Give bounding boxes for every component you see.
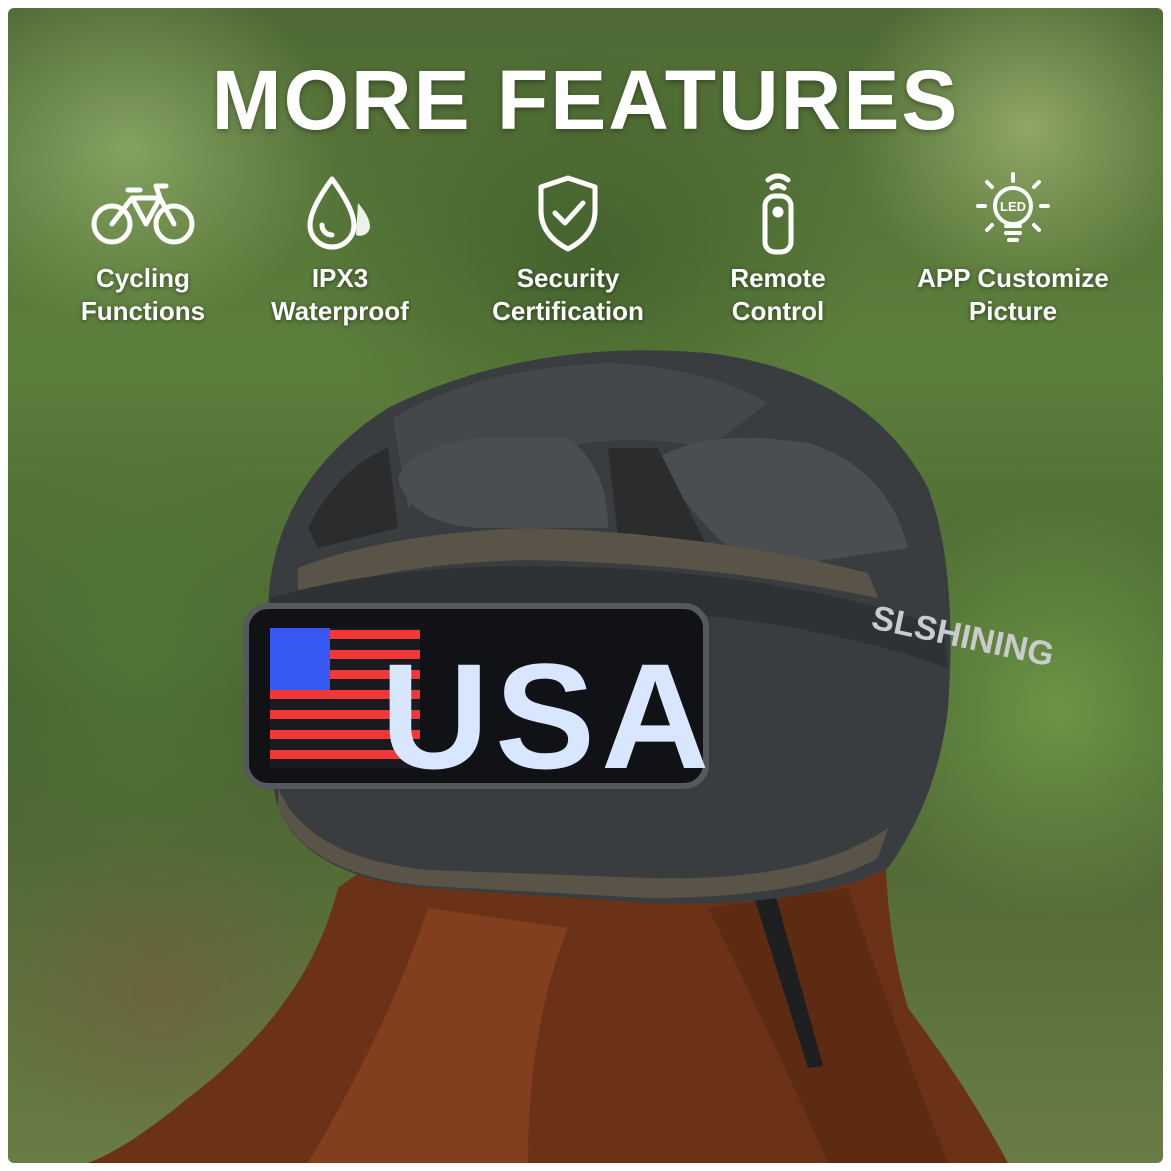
shield-check-icon (538, 175, 598, 252)
led-icon-label: LED (1000, 199, 1026, 214)
feature-label: Remote (730, 263, 826, 293)
feature-label: Certification (492, 296, 644, 326)
feature-security: Security Certification (453, 168, 683, 328)
feature-label: Cycling (96, 263, 190, 293)
feature-app-customize: LED APP Customize Picture (888, 168, 1138, 328)
feature-remote: Remote Control (663, 168, 893, 328)
feature-label: Security (516, 263, 620, 293)
led-bulb-icon: LED (976, 172, 1050, 242)
feature-label: APP Customize (917, 263, 1109, 293)
page-title: MORE FEATURES (211, 53, 960, 147)
remote-control-icon (762, 173, 794, 255)
bicycle-icon (91, 183, 195, 245)
feature-waterproof: IPX3 Waterproof (225, 168, 455, 328)
feature-label: Control (731, 296, 825, 326)
feature-label: Waterproof (271, 296, 409, 326)
feature-cycling: Cycling Functions (28, 168, 258, 328)
feature-label: Functions (80, 296, 206, 326)
feature-label: IPX3 (311, 263, 369, 293)
water-drop-icon (307, 176, 370, 250)
led-display-text: USA (381, 632, 716, 800)
product-photo-frame: USA SLSHINING MORE FEATURES Cycling Funct… (8, 8, 1163, 1163)
feature-label: Picture (968, 296, 1058, 326)
